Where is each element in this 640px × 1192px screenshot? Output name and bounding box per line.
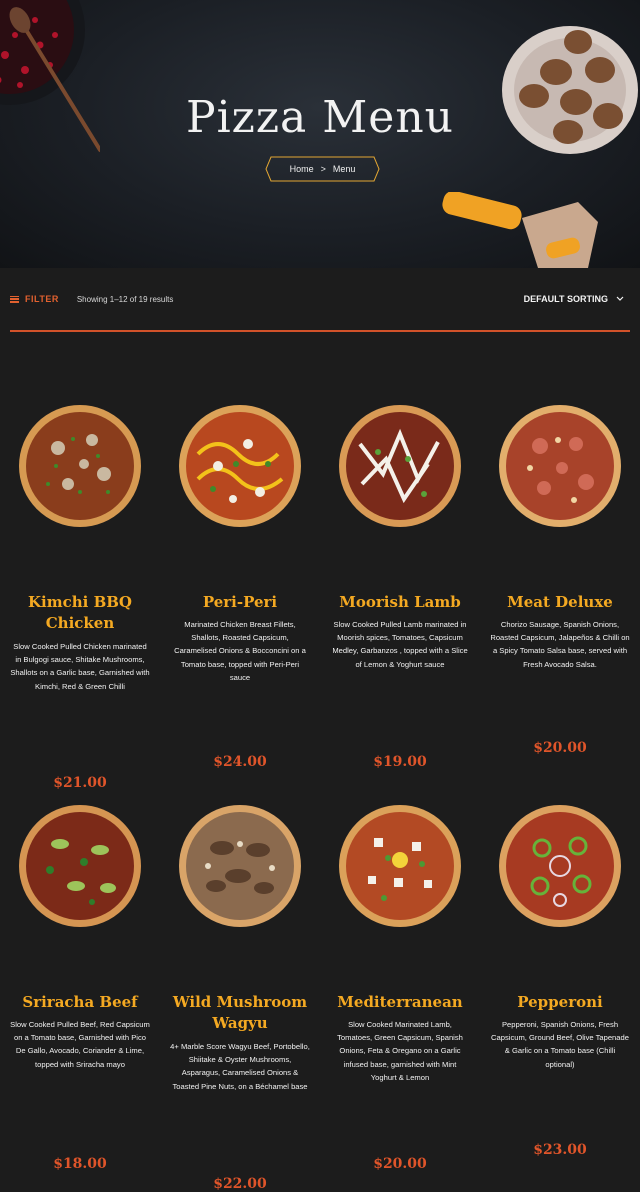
product-name[interactable]: Kimchi BBQ Chicken [6,592,154,634]
product-price: $18.00 [53,1156,107,1172]
pizza-image[interactable] [18,404,142,528]
pizza-image[interactable] [498,404,622,528]
product-price: $23.00 [533,1142,587,1158]
product-price: $21.00 [53,775,107,791]
hero-banner: Pizza Menu Home > Menu [0,0,640,268]
product-name[interactable]: Wild Mushroom Wagyu [166,992,314,1034]
product-price: $24.00 [213,754,267,770]
breadcrumb: Home > Menu [265,156,380,182]
pizza-image[interactable] [178,404,302,528]
product-description: Marinated Chicken Breast Fillets, Shallo… [174,620,306,682]
product-price: $20.00 [373,1156,427,1172]
breadcrumb-home-link[interactable]: Home [290,164,314,174]
menu-bars-icon [10,295,19,303]
product-description: 4+ Marble Score Wagyu Beef, Portobello, … [170,1042,310,1091]
pizza-image[interactable] [498,804,622,928]
product-description: Chorizo Sausage, Spanish Onions, Roasted… [490,620,630,669]
product-description: Slow Cooked Pulled Beef, Red Capsicum on… [10,1020,150,1069]
product-name[interactable]: Sriracha Beef [6,992,154,1013]
product-name[interactable]: Peri-Peri [166,592,314,613]
product-price: $20.00 [533,740,587,756]
product-name[interactable]: Meat Deluxe [486,592,634,613]
sorting-label: DEFAULT SORTING [523,294,608,304]
product-description: Pepperoni, Spanish Onions, Fresh Capsicu… [491,1020,629,1069]
filter-label: FILTER [25,294,59,304]
product-description: Slow Cooked Pulled Chicken marinated in … [10,642,150,691]
pizza-image[interactable] [338,804,462,928]
filter-button[interactable]: FILTER [10,294,59,304]
pizza-image[interactable] [338,404,462,528]
product-price: $22.00 [213,1176,267,1192]
product-name[interactable]: Moorish Lamb [326,592,474,613]
product-name[interactable]: Pepperoni [486,992,634,1013]
product-description: Slow Cooked Pulled Lamb marinated in Moo… [332,620,468,669]
product-description: Slow Cooked Marinated Lamb, Tomatoes, Gr… [337,1020,463,1082]
shop-toolbar: FILTER Showing 1–12 of 19 results DEFAUL… [10,268,630,332]
pizza-image[interactable] [18,804,142,928]
product-name[interactable]: Mediterranean [326,992,474,1013]
results-count: Showing 1–12 of 19 results [76,294,174,304]
product-price: $19.00 [373,754,427,770]
chevron-right-icon: > [320,164,326,174]
pizza-cutter-image [442,192,598,268]
chevron-down-icon [616,296,624,301]
pizza-image[interactable] [178,804,302,928]
page-title: Pizza Menu [185,92,455,143]
breadcrumb-current: Menu [332,164,356,174]
sorting-dropdown[interactable]: DEFAULT SORTING [524,294,624,304]
